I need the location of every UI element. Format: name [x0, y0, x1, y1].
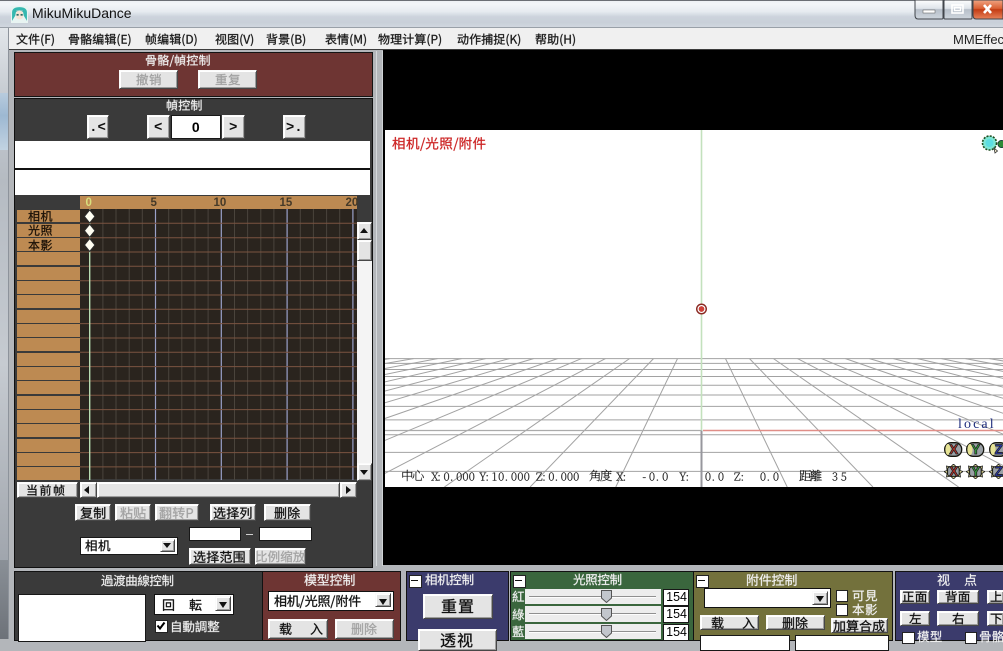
- svg-text:Y: Y: [971, 442, 980, 457]
- svg-text:Z: Z: [995, 464, 1003, 479]
- svg-text:Y: Y: [971, 464, 980, 479]
- svg-text:Z: Z: [995, 442, 1003, 457]
- svg-text:X: X: [949, 464, 958, 479]
- svg-text:X: X: [949, 442, 958, 457]
